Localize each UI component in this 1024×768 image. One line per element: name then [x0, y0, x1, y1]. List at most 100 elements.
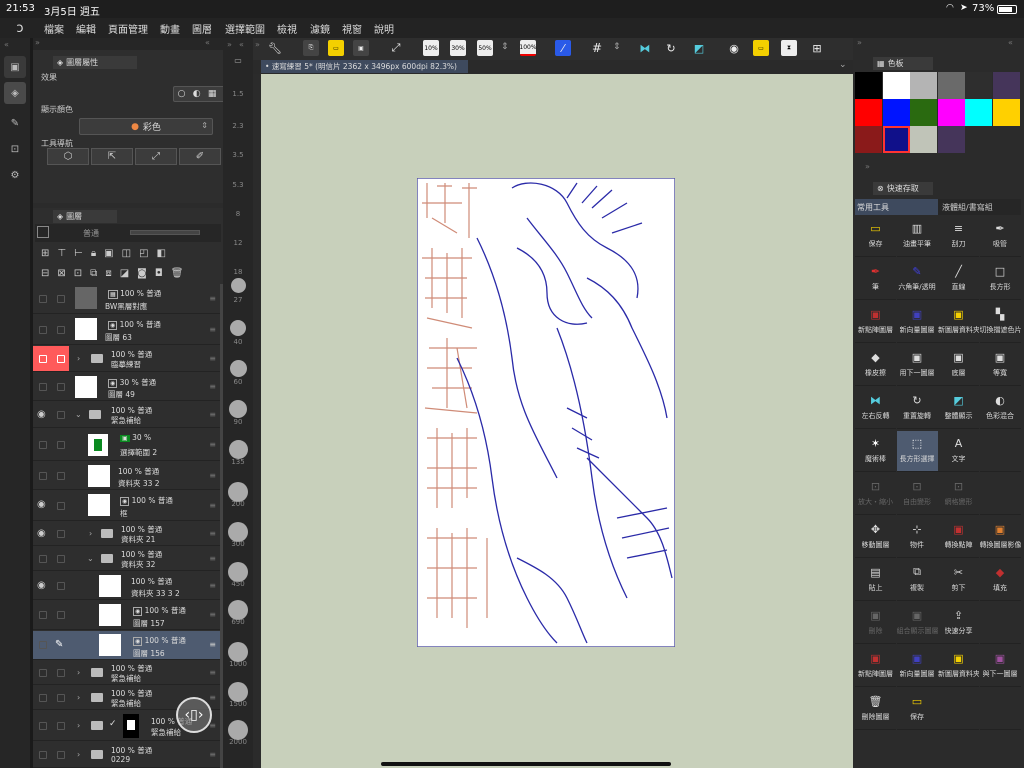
visibility-toggle[interactable] [39, 294, 47, 303]
clip-icon[interactable]: ⊞ [41, 248, 49, 259]
drag-handle-icon[interactable]: ≡ [209, 581, 216, 590]
color-swatch[interactable] [855, 126, 882, 153]
brush-size-preset[interactable] [229, 360, 247, 377]
brush-size-preset[interactable] [229, 400, 247, 418]
eye-icon[interactable]: ◉ [37, 409, 46, 420]
color-swatch[interactable] [965, 99, 992, 126]
export-icon[interactable]: ▭ [753, 40, 769, 56]
nav-cube-icon[interactable]: ⬡ [47, 148, 89, 165]
layer-row[interactable]: ◉ ◉ 100 % 普通 框 ≡ [33, 491, 220, 521]
undo-history-icon[interactable]: ⎘ [303, 40, 319, 56]
apply-mask-icon[interactable]: ◘ [155, 268, 163, 279]
lock-alpha-icon[interactable]: ▣ [104, 248, 113, 259]
quick-tool-7[interactable]: □ 長方形 [979, 259, 1021, 300]
lock-toggle[interactable] [57, 471, 65, 480]
floating-drag-handle-icon[interactable]: ‹▯› [176, 697, 212, 733]
brush-size-preset[interactable] [228, 482, 248, 502]
draft-icon[interactable]: ⊢ [74, 248, 83, 259]
layer-row[interactable]: 100 % 普通 資料夾 33 2 ≡ [33, 462, 220, 490]
menu-window[interactable]: 視窗 [342, 21, 362, 36]
brush-size-preset[interactable] [228, 522, 248, 542]
lock-toggle[interactable] [57, 611, 65, 619]
quick-tool-20[interactable]: ✶ 魔術棒 [855, 431, 896, 472]
fit-view-icon[interactable]: ◩ [691, 40, 707, 56]
layer-row[interactable]: ◉ 100 % 普通 圖層 63 ≡ [33, 315, 220, 345]
quick-tool-13[interactable]: ▣ 用下一圖層 [896, 345, 938, 386]
quick-tool-1[interactable]: ▥ 油畫平筆 [896, 216, 938, 257]
collapse-arrow-icon[interactable]: » [255, 40, 260, 49]
quick-tool-25[interactable]: ⊡ 自由變形 [896, 474, 938, 515]
ruler-icon[interactable]: ◰ [139, 248, 148, 259]
quick-tool-42[interactable]: ▣ 新圖層資料夾 [938, 646, 979, 687]
brush-size-preset[interactable] [228, 642, 248, 662]
drag-handle-icon[interactable]: ≡ [209, 554, 216, 563]
layer-property-tab-icon[interactable]: ▣ [4, 56, 26, 78]
eye-icon[interactable]: ◉ [37, 580, 46, 591]
visibility-toggle[interactable] [39, 668, 47, 677]
color-swatch[interactable] [965, 72, 992, 99]
dot-effect-icon[interactable]: ▦ [208, 89, 217, 99]
lock-icon[interactable]: 🔒︎ [91, 248, 96, 259]
transfer-icon[interactable]: ⧈ [105, 268, 111, 279]
collapse-right-icon[interactable]: « [205, 38, 210, 47]
layer-row[interactable]: ◉ 100 % 普通 資料夾 33 3 2 ≡ [33, 572, 220, 600]
menu-help[interactable]: 說明 [374, 21, 394, 36]
quick-tool-15[interactable]: ▣ 等寬 [979, 345, 1021, 386]
combine-icon[interactable]: ◪ [120, 268, 129, 279]
chevron-right-icon[interactable]: › [77, 693, 80, 702]
chevron-down-icon[interactable]: ⌄ [87, 554, 94, 563]
collapse-right-icon[interactable]: « [1008, 38, 1013, 47]
visibility-toggle[interactable] [39, 325, 47, 334]
new-folder-icon[interactable]: ⊡ [74, 268, 82, 279]
quick-tool-34[interactable]: ✂ 剪下 [938, 560, 979, 601]
chevron-updown-icon[interactable]: ⇕ [613, 42, 621, 52]
menu-selection[interactable]: 選擇範圍 [225, 21, 265, 36]
drag-handle-icon[interactable]: ≡ [209, 668, 216, 677]
tab-common-tools[interactable]: 常用工具 [855, 199, 938, 215]
chevron-right-icon[interactable]: › [77, 721, 80, 730]
layer-row[interactable]: ▦ 100 % 普通 BW黑層對應 ≡ [33, 284, 220, 314]
layer-row[interactable]: ▣ 30 % 選擇範圍 2 ≡ [33, 429, 220, 461]
color-swatch[interactable] [992, 72, 1020, 99]
mask-add-icon[interactable]: ◙ [137, 268, 147, 279]
quick-tool-40[interactable]: ▣ 新點陣圖層 [855, 646, 896, 687]
chevron-updown-icon[interactable]: ⇕ [501, 42, 509, 52]
quick-tool-32[interactable]: ▤ 貼上 [855, 560, 896, 601]
nav-pen-icon[interactable]: ✐ [179, 148, 221, 165]
lock-toggle[interactable] [57, 750, 65, 759]
chevron-right-icon[interactable]: › [89, 529, 92, 538]
color-swatch[interactable] [855, 99, 882, 126]
merge-icon[interactable]: ⧉ [90, 268, 97, 279]
collapse-arrow-icon[interactable]: » [227, 40, 232, 49]
visibility-toggle[interactable] [39, 641, 47, 649]
opacity-30-button[interactable]: 30% [450, 40, 466, 56]
quick-tool-24[interactable]: ⊡ 放大・縮小 [855, 474, 896, 515]
lock-toggle[interactable] [57, 581, 65, 590]
opacity-10-button[interactable]: 10% [423, 40, 439, 56]
quick-tool-2[interactable]: ≡ 刮刀 [938, 216, 979, 257]
chevron-down-icon[interactable]: ⌄ [75, 410, 82, 419]
visibility-toggle[interactable] [39, 354, 47, 363]
settings-icon[interactable]: ⊞ [809, 40, 825, 56]
grid-icon[interactable]: # [589, 40, 605, 56]
quick-tool-18[interactable]: ◩ 整體顯示 [938, 388, 979, 429]
layer-row[interactable]: › 100 % 普通 緊急補給 ≡ [33, 661, 220, 685]
drag-handle-icon[interactable]: ≡ [209, 610, 216, 619]
layer-row[interactable]: › 100 % 普通 臨摹練習 ≡ [33, 346, 220, 372]
quick-tool-21[interactable]: ⬚ 長方形選擇 [896, 431, 938, 472]
layer-switch-icon[interactable]: ◉ [726, 40, 742, 56]
drag-handle-icon[interactable]: ≡ [209, 529, 216, 538]
visibility-toggle[interactable] [39, 471, 47, 480]
collapse-arrow-icon[interactable]: » [35, 38, 40, 47]
layer-row[interactable]: ◉ ⌄ 100 % 普通 緊急補給 ≡ [33, 402, 220, 428]
layer-row[interactable]: ⌄ 100 % 普通 資料夾 32 ≡ [33, 547, 220, 571]
quick-tool-8[interactable]: ▣ 新點陣圖層 [855, 302, 896, 343]
quick-tool-26[interactable]: ⊡ 網格變形 [938, 474, 979, 515]
drag-handle-icon[interactable]: ≡ [209, 294, 216, 303]
drag-handle-icon[interactable]: ≡ [209, 440, 216, 449]
save-icon[interactable]: ▭ [328, 40, 344, 56]
tone-effect-icon[interactable]: ◐ [193, 89, 201, 99]
layer-panel-header[interactable]: ◈ 圖層 [53, 210, 117, 223]
collapse-arrow-icon[interactable]: » [865, 162, 870, 171]
flip-horizontal-icon[interactable]: ⧓ [637, 40, 653, 56]
